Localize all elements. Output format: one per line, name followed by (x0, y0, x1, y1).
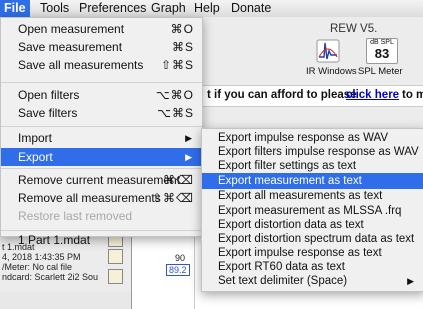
cursor-value-box: 89.2 (166, 264, 190, 276)
shortcut-label: ⇧⌘⌫ (151, 191, 194, 205)
menu-graph[interactable]: Graph (151, 0, 186, 17)
spl-meter-icon: dB SPL 83 (366, 38, 398, 64)
menu-item-label: Export measurement as MLSSA .frq (218, 205, 402, 217)
shortcut-label: ⌥⌘S (157, 106, 194, 120)
measurement-tool-icon[interactable] (108, 269, 123, 284)
ir-windows-button[interactable]: IR Windows (300, 37, 357, 79)
export-all-measurements-text[interactable]: Export all measurements as text (202, 189, 423, 204)
menu-item-label: Export all measurements as text (218, 190, 383, 202)
menu-item-label: Set text delimiter (Space) (218, 275, 348, 287)
menu-item-restore-last-removed: Restore last removed (1, 207, 202, 225)
menu-item-remove-current-measurement[interactable]: Remove current measurement ⌘⌫ (1, 171, 202, 189)
menu-item-label: Open measurement (18, 22, 125, 36)
export-impulse-wav[interactable]: Export impulse response as WAV (202, 131, 423, 146)
spl-meter-label: SPL Meter (358, 66, 403, 77)
export-impulse-text[interactable]: Export impulse response as text (202, 246, 423, 261)
menu-item-remove-all-measurements[interactable]: Remove all measurements ⇧⌘⌫ (1, 189, 202, 207)
export-rt60-text[interactable]: Export RT60 data as text (202, 260, 423, 275)
info-meter: /Meter: No cal file (2, 262, 73, 272)
menu-item-save-measurement[interactable]: Save measurement ⌘S (1, 38, 202, 56)
ir-windows-icon (316, 39, 340, 63)
menu-separator (1, 82, 202, 83)
window-title: REW V5. (330, 23, 378, 35)
menu-donate[interactable]: Donate (231, 0, 271, 17)
submenu-arrow-icon: ▶ (185, 133, 192, 143)
menu-item-label: Save filters (18, 106, 78, 120)
export-filters-impulse-wav[interactable]: Export filters impulse response as WAV (202, 145, 423, 160)
menu-item-label: Export distortion spectrum data as text (218, 233, 415, 245)
menu-bar: File Tools Preferences Graph Help Donate (0, 0, 423, 18)
menu-help[interactable]: Help (194, 0, 220, 17)
menu-item-label: Remove current measurement (18, 173, 181, 187)
menu-item-label: Export distortion data as text (218, 219, 364, 231)
export-measurement-mlssa[interactable]: Export measurement as MLSSA .frq (202, 204, 423, 219)
menu-file[interactable]: File (0, 0, 30, 17)
menu-item-save-filters[interactable]: Save filters ⌥⌘S (1, 104, 202, 122)
menu-item-label: Export RT60 data as text (218, 261, 345, 273)
menu-item-label: Save all measurements (18, 58, 144, 72)
spl-meter-button[interactable]: dB SPL 83 SPL Meter (358, 37, 408, 79)
banner-link[interactable]: click here (346, 89, 399, 101)
menu-separator (1, 168, 202, 169)
set-text-delimiter[interactable]: Set text delimiter (Space) ▶ (202, 274, 423, 289)
shortcut-label: ⌘⌫ (163, 173, 194, 187)
menu-item-label: Open filters (18, 88, 80, 102)
export-distortion-spectrum-text[interactable]: Export distortion spectrum data as text (202, 232, 423, 247)
menu-item-recent-file[interactable]: 1 Part 1.mdat (1, 231, 202, 249)
shortcut-label: ⇧⌘S (160, 58, 194, 72)
menu-separator (1, 126, 202, 127)
menu-item-label: Export filter settings as text (218, 160, 357, 172)
menu-item-label: Export impulse response as text (218, 247, 382, 259)
banner-tail: to m (402, 89, 423, 101)
export-submenu: Export impulse response as WAV Export fi… (201, 128, 423, 292)
menu-item-label: Import (18, 131, 53, 145)
shortcut-label: ⌘O (170, 22, 194, 36)
spl-value: 83 (374, 46, 390, 61)
menu-item-label: Export measurement as text (218, 175, 362, 187)
menu-item-label: Export filters impulse response as WAV (218, 146, 419, 158)
ir-windows-label: IR Windows (306, 66, 357, 77)
menu-preferences[interactable]: Preferences (79, 0, 146, 17)
submenu-arrow-icon: ▶ (185, 152, 192, 162)
submenu-arrow-icon: ▶ (407, 276, 414, 286)
y-tick: 90 (175, 253, 186, 263)
export-filter-settings-text[interactable]: Export filter settings as text (202, 159, 423, 174)
shortcut-label: ⌥⌘O (155, 88, 194, 102)
menu-item-save-all-measurements[interactable]: Save all measurements ⇧⌘S (1, 56, 202, 74)
shortcut-label: ⌘S (171, 40, 194, 54)
file-menu: Open measurement ⌘O Save measurement ⌘S Save… (0, 17, 203, 247)
info-soundcard: ndcard: Scarlett 2i2 Sou (2, 272, 99, 282)
menu-item-open-filters[interactable]: Open filters ⌥⌘O (1, 86, 202, 104)
info-date: 4, 2018 1:43:35 PM (2, 252, 81, 262)
menu-item-import[interactable]: Import ▶ (1, 129, 202, 147)
export-measurement-text[interactable]: Export measurement as text (202, 173, 423, 189)
menu-item-label: Save measurement (18, 40, 123, 54)
menu-item-export[interactable]: Export ▶ (1, 148, 202, 166)
menu-item-label: Restore last removed (18, 209, 133, 223)
menu-item-label: Remove all measurements (18, 191, 161, 205)
measurement-tool-icon[interactable] (108, 249, 123, 264)
banner-text: t if you can afford to please (207, 89, 357, 101)
menu-item-label: Export impulse response as WAV (218, 132, 389, 144)
menu-item-label: 1 Part 1.mdat (18, 233, 91, 247)
menu-item-open-measurement[interactable]: Open measurement ⌘O (1, 20, 202, 38)
menu-item-label: Export (18, 150, 53, 164)
export-distortion-text[interactable]: Export distortion data as text (202, 218, 423, 233)
menu-tools[interactable]: Tools (40, 0, 69, 17)
